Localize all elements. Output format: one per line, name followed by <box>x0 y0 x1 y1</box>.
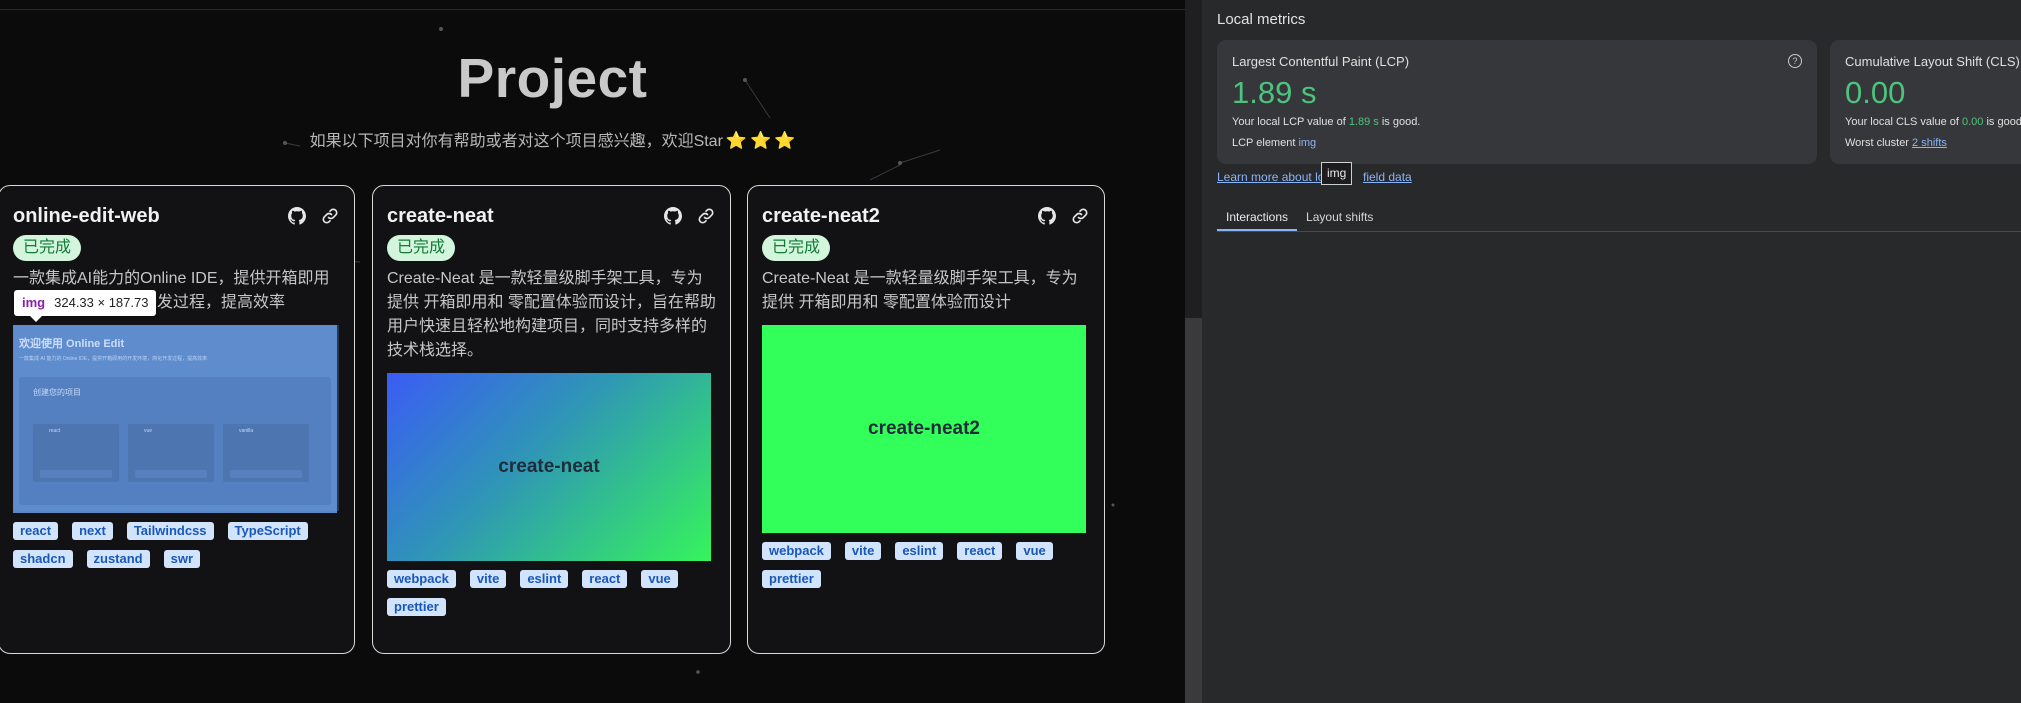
tech-tag: TypeScript <box>227 522 308 540</box>
tech-tag: react <box>582 570 628 588</box>
cls-card: Cumulative Layout Shift (CLS) 0.00 Your … <box>1830 40 2021 164</box>
cls-title: Cumulative Layout Shift (CLS) <box>1845 54 2020 69</box>
tech-tag: prettier <box>387 598 446 616</box>
project-thumbnail: create-neat2 <box>762 325 1086 533</box>
tech-tag: react <box>13 522 59 540</box>
tech-tag: webpack <box>762 542 831 560</box>
tech-tag: zustand <box>86 550 150 568</box>
status-badge: 已完成 <box>13 235 82 261</box>
lcp-element-link[interactable]: img <box>1298 137 1316 149</box>
thumbnail-label: create-neat <box>498 456 600 477</box>
project-page: Project 如果以下项目对你有帮助或者对这个项目感兴趣，欢迎Star ⭐ ⭐ ⭐ … <box>0 0 1185 703</box>
inspect-size: 324.33 × 187.73 <box>54 295 149 310</box>
project-card-create-neat2: create-neat2 已完成 Create-Neat 是一款轻量级脚手架工具… <box>747 185 1105 654</box>
lcp-element-label: LCP element <box>1232 137 1296 149</box>
status-badge: 已完成 <box>387 235 456 261</box>
learn-more-link[interactable]: Learn more about lo <box>1217 170 1324 184</box>
devtools-panel: Local metrics Largest Contentful Paint (… <box>1202 0 2021 703</box>
tab-interactions[interactable]: Interactions <box>1217 208 1298 231</box>
tech-tag: next <box>72 522 113 540</box>
tech-tag: swr <box>163 550 201 568</box>
link-icon[interactable] <box>1070 206 1090 226</box>
page-scrollbar-thumb[interactable] <box>1185 318 1202 703</box>
github-icon[interactable] <box>663 206 683 226</box>
cls-desc-suffix: is good. <box>1983 116 2021 128</box>
lcp-description: Your local LCP value of 1.89 s is good. <box>1232 116 1420 128</box>
tech-tag: eslint <box>895 542 944 560</box>
cls-desc-prefix: Your local CLS value of <box>1845 116 1962 128</box>
github-icon[interactable] <box>287 206 307 226</box>
tech-tag: react <box>957 542 1003 560</box>
card-description: Create-Neat 是一款轻量级脚手架工具，专为提供 开箱即用和 零配置体验… <box>762 270 1078 311</box>
cls-cluster-row: Worst cluster 2 shifts <box>1845 137 1947 149</box>
subtitle-text: 如果以下项目对你有帮助或者对这个项目感兴趣，欢迎Star <box>309 133 723 150</box>
tech-tag: vite <box>844 542 882 560</box>
card-description: Create-Neat 是一款轻量级脚手架工具，专为提供 开箱即用和 零配置体验… <box>387 270 716 359</box>
inspect-tag: img <box>22 295 46 310</box>
tech-tag: vite <box>469 570 507 588</box>
tech-tag: shadcn <box>13 550 73 568</box>
tech-tag: Tailwindcss <box>126 522 214 540</box>
star-icon: ⭐ <box>725 131 748 150</box>
inspect-tooltip: img 324.33 × 187.73 <box>14 290 157 322</box>
tag-list: react next Tailwindcss TypeScript shadcn… <box>13 522 340 568</box>
star-icon: ⭐ <box>774 131 796 150</box>
card-header: create-neat2 <box>762 203 1090 229</box>
local-metrics-heading: Local metrics <box>1217 11 1306 28</box>
card-actions <box>1037 206 1090 226</box>
star-icon: ⭐ <box>750 131 772 150</box>
cls-value: 0.00 <box>1845 75 1906 110</box>
page-subtitle: 如果以下项目对你有帮助或者对这个项目感兴趣，欢迎Star ⭐ ⭐ ⭐ <box>0 127 1105 151</box>
project-thumbnail: create-neat <box>387 373 711 561</box>
tabs-divider <box>1217 231 2021 232</box>
tech-tag: vue <box>1016 542 1053 560</box>
project-card-create-neat: create-neat 已完成 Create-Neat 是一款轻量级脚手架工具，… <box>372 185 731 654</box>
tag-list: webpack vite eslint react vue prettier <box>762 542 1090 588</box>
link-icon[interactable] <box>696 206 716 226</box>
card-actions <box>287 206 340 226</box>
tag-list: webpack vite eslint react vue prettier <box>387 570 716 616</box>
cls-cluster-label: Worst cluster <box>1845 137 1909 149</box>
thumbnail-label: create-neat2 <box>868 418 980 439</box>
link-icon[interactable] <box>320 206 340 226</box>
metrics-tabs: Interactions Layout shifts <box>1217 208 1382 231</box>
tech-tag: vue <box>641 570 678 588</box>
lcp-desc-suffix: is good. <box>1378 116 1421 128</box>
status-badge: 已完成 <box>762 235 831 261</box>
lcp-card: Largest Contentful Paint (LCP) ? 1.89 s … <box>1217 40 1817 164</box>
tech-tag: webpack <box>387 570 456 588</box>
page-title: Project <box>457 47 648 109</box>
tech-tag: eslint <box>520 570 569 588</box>
cls-cluster-link[interactable]: 2 shifts <box>1912 137 1947 149</box>
lcp-element-row: LCP element img <box>1232 137 1316 149</box>
lcp-desc-value: 1.89 s <box>1348 116 1379 128</box>
tab-layout-shifts[interactable]: Layout shifts <box>1297 208 1382 231</box>
lcp-title: Largest Contentful Paint (LCP) <box>1232 54 1410 69</box>
tech-tag: prettier <box>762 570 821 588</box>
card-header: create-neat <box>387 203 716 229</box>
cls-description: Your local CLS value of 0.00 is good. <box>1845 116 2021 128</box>
github-icon[interactable] <box>1037 206 1057 226</box>
card-header: online-edit-web <box>13 203 340 229</box>
inspect-highlight <box>14 325 339 511</box>
help-icon[interactable]: ? <box>1788 54 1802 68</box>
cls-desc-value: 0.00 <box>1962 116 1984 128</box>
lcp-value: 1.89 s <box>1232 75 1317 110</box>
field-data-link[interactable]: field data <box>1363 170 1412 184</box>
lcp-desc-prefix: Your local LCP value of <box>1232 116 1349 128</box>
card-actions <box>663 206 716 226</box>
img-hover-label: img <box>1321 162 1353 185</box>
